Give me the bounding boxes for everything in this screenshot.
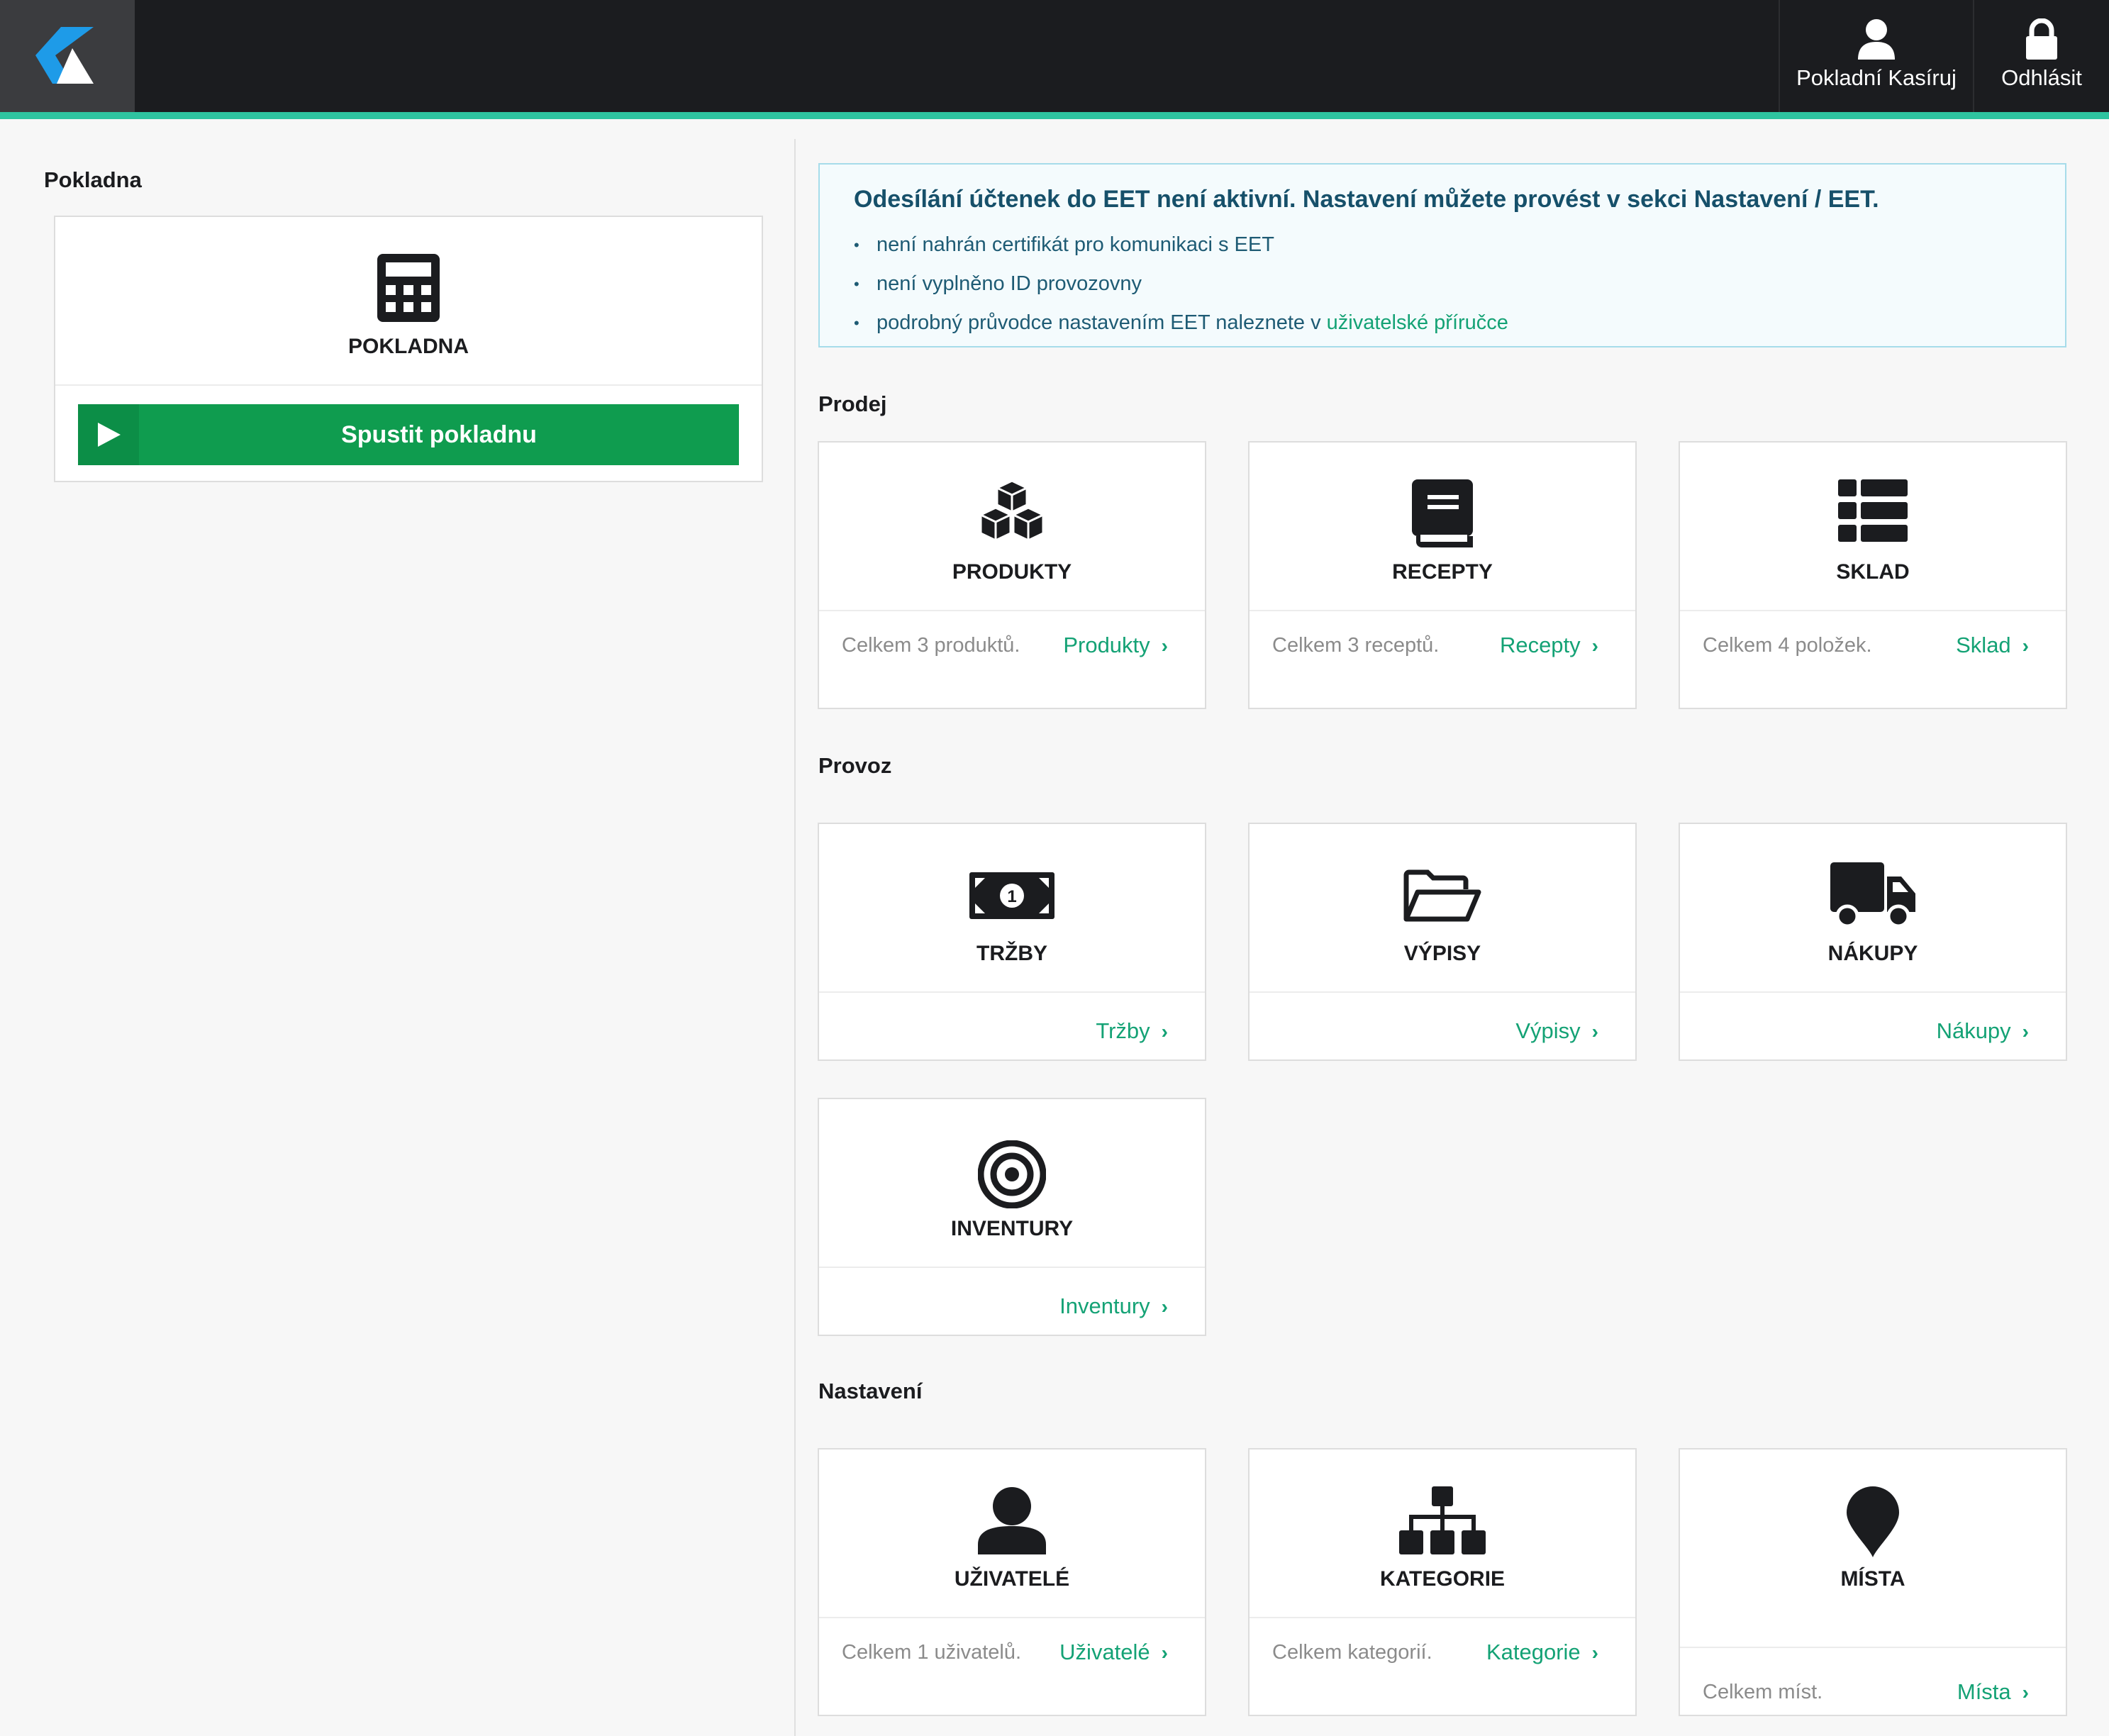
chevron-right-icon: › [1161,1020,1168,1042]
eet-alert: Odesílání účtenek do EET není aktivní. N… [818,163,2066,347]
money-icon: 1 [969,872,1054,919]
chevron-right-icon: › [1591,1020,1598,1042]
vypisy-link[interactable]: Výpisy › [1515,1016,1598,1047]
tile-produkty: PRODUKTY Celkem 3 produktů. Produkty › [818,441,1206,709]
tile-uzivatele: UŽIVATELÉ Celkem 1 uživatelů. Uživatelé › [818,1448,1206,1716]
kategorie-link[interactable]: Kategorie › [1486,1637,1598,1669]
alert-heading: Odesílání účtenek do EET není aktivní. N… [854,186,1879,213]
section-title-nastaveni: Nastavení [818,1379,923,1403]
cubes-icon [979,479,1045,542]
logout-button[interactable]: Odhlásit [1973,0,2109,112]
logout-label: Odhlásit [2001,65,2082,90]
tile-title: KATEGORIE [1379,1567,1506,1591]
tile-title: UŽIVATELÉ [954,1567,1070,1591]
column-divider [794,139,796,1736]
sklad-link[interactable]: Sklad › [1956,630,2029,662]
svg-text:1: 1 [1007,887,1016,906]
tile-inventury: INVENTURY Inventury › [818,1098,1206,1336]
pokladna-card-title: POKLADNA [348,335,469,358]
produkty-link[interactable]: Produkty › [1063,630,1168,662]
lock-icon [2026,18,2057,60]
k-logo-icon [35,27,94,84]
tile-divider [1250,991,1635,993]
chevron-right-icon: › [1161,635,1168,657]
tile-count-text: Celkem 1 uživatelů. [842,1641,1022,1664]
tile-divider [1680,1647,2066,1648]
sitemap-icon [1399,1486,1486,1554]
chevron-right-icon: › [2022,1020,2029,1042]
map-marker-icon [1847,1486,1899,1557]
chevron-right-icon: › [2022,1681,2029,1703]
run-pos-button[interactable]: Spustit pokladnu [78,404,739,465]
tile-title: VÝPISY [1403,942,1481,965]
tile-title: TRŽBY [976,942,1047,965]
alert-item: podrobný průvodce nastavením EET nalezne… [854,304,1508,343]
run-pos-label: Spustit pokladnu [341,421,537,448]
tile-title: PRODUKTY [952,560,1072,584]
tile-divider [819,1617,1205,1618]
tile-divider [819,1267,1205,1268]
folder-open-icon [1403,869,1481,922]
tile-title: NÁKUPY [1827,942,1918,965]
tile-count-text: Celkem 3 receptů. [1272,634,1440,657]
mista-link[interactable]: Místa › [1957,1676,2029,1708]
inventury-link[interactable]: Inventury › [1059,1291,1168,1323]
tile-title: INVENTURY [950,1217,1074,1240]
chevron-right-icon: › [1591,635,1598,657]
chevron-right-icon: › [1161,1642,1168,1664]
tile-divider [1250,610,1635,611]
tile-title: RECEPTY [1392,560,1493,584]
tile-count-text: Celkem 3 produktů. [842,634,1020,657]
tile-title: MÍSTA [1840,1567,1905,1591]
user-manual-link[interactable]: uživatelské příručce [1327,311,1508,334]
play-icon [98,423,121,447]
section-title-pokladna: Pokladna [44,167,142,192]
chevron-right-icon: › [2022,635,2029,657]
alert-item: není nahrán certifikát pro komunikaci s … [854,226,1508,265]
nakupy-link[interactable]: Nákupy › [1937,1016,2029,1047]
tile-trzby: 1 TRŽBY Tržby › [818,823,1206,1061]
chevron-right-icon: › [1161,1296,1168,1318]
user-profile-button[interactable]: Pokladní Kasíruj [1779,0,1973,112]
top-navbar: Pokladní Kasíruj Odhlásit [0,0,2109,112]
tile-sklad: SKLAD Celkem 4 položek. Sklad › [1679,441,2067,709]
trzby-link[interactable]: Tržby › [1096,1016,1168,1047]
tile-divider [819,610,1205,611]
chevron-right-icon: › [1591,1642,1598,1664]
play-icon-box [78,404,139,465]
recepty-link[interactable]: Recepty › [1500,630,1598,662]
tile-title: SKLAD [1836,560,1910,584]
tile-divider [1680,610,2066,611]
book-icon [1412,479,1473,547]
uzivatele-link[interactable]: Uživatelé › [1059,1637,1168,1669]
tile-divider [1680,991,2066,993]
section-title-prodej: Prodej [818,391,887,416]
tile-divider [1250,1617,1635,1618]
tile-vypisy: VÝPISY Výpisy › [1248,823,1637,1061]
pokladna-card: POKLADNA Spustit pokladnu [54,216,763,482]
list-icon [1838,479,1908,542]
navbar-accent-line [0,112,2109,119]
tile-count-text: Celkem míst. [1703,1681,1823,1703]
tile-count-text: Celkem 4 položek. [1703,634,1872,657]
calculator-icon [377,254,440,322]
tile-mista: MÍSTA Celkem míst. Místa › [1679,1448,2067,1716]
user-icon [978,1487,1046,1554]
home-logo-button[interactable] [0,0,135,112]
tile-nakupy: NÁKUPY Nákupy › [1679,823,2067,1061]
tile-recepty: RECEPTY Celkem 3 receptů. Recepty › [1248,441,1637,709]
tile-count-text: Celkem kategorií. [1272,1641,1432,1664]
tile-divider [819,991,1205,993]
tile-kategorie: KATEGORIE Celkem kategorií. Kategorie › [1248,1448,1637,1716]
user-name-label: Pokladní Kasíruj [1796,65,1957,90]
user-icon [1858,19,1895,60]
alert-item: není vyplněno ID provozovny [854,265,1508,304]
alert-list: není nahrán certifikát pro komunikaci s … [854,226,1508,343]
section-title-provoz: Provoz [818,753,892,778]
truck-icon [1830,862,1915,928]
target-icon [978,1140,1046,1208]
card-divider [55,384,762,386]
